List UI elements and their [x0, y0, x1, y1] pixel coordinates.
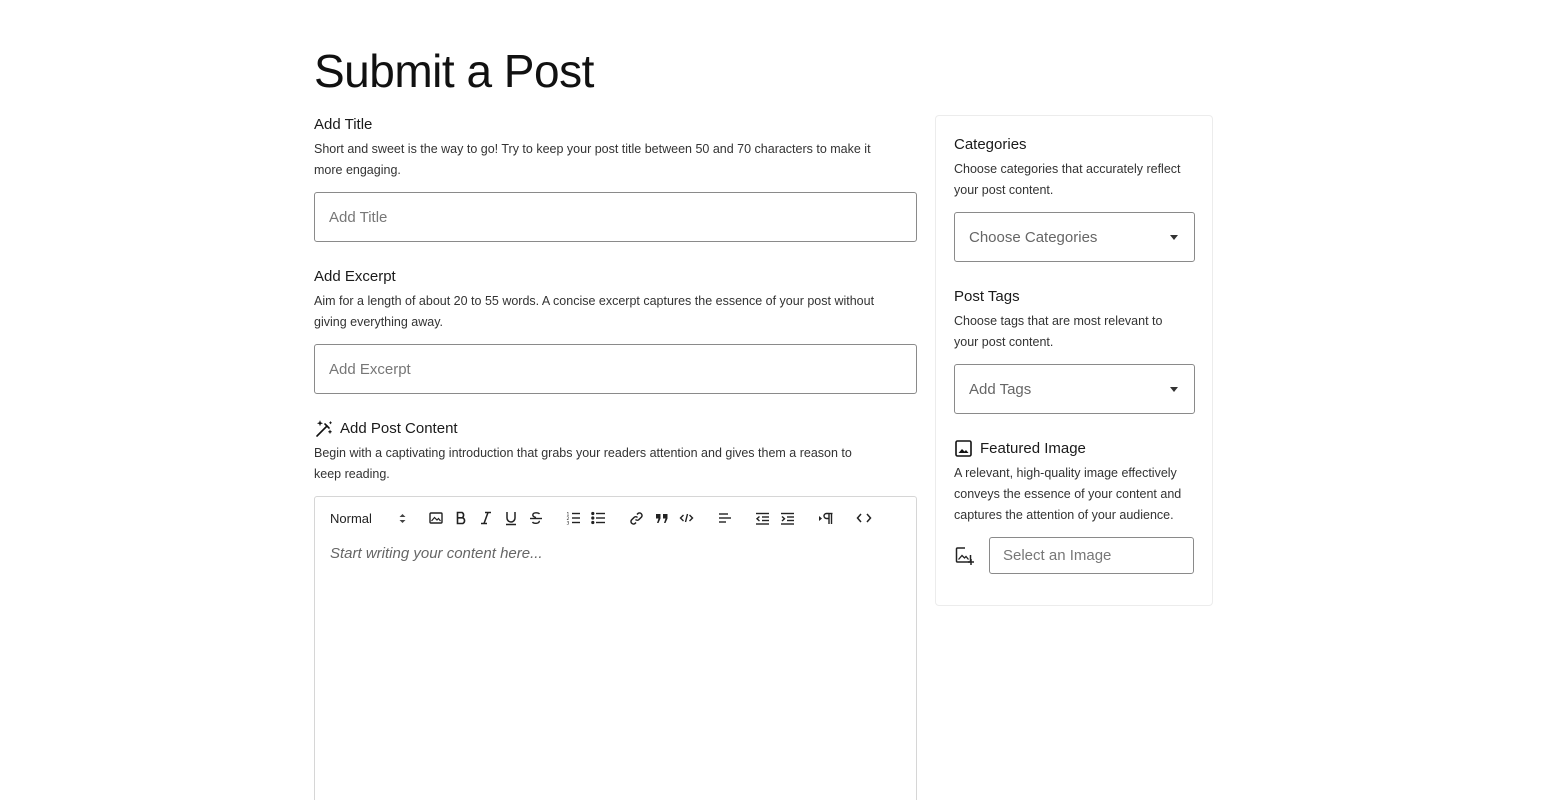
bullet-list-icon[interactable] — [586, 506, 611, 530]
excerpt-input[interactable] — [314, 344, 917, 394]
content-description: Begin with a captivating introduction th… — [314, 446, 852, 481]
format-select-value: Normal — [330, 510, 372, 526]
editor-content-area[interactable]: Start writing your content here... — [315, 539, 916, 568]
submit-post-page: Submit a Post Add Title Short and sweet … — [0, 0, 1544, 800]
ordered-list-icon[interactable]: 123 — [561, 506, 586, 530]
link-icon[interactable] — [624, 506, 649, 530]
title-input[interactable] — [314, 192, 917, 242]
featured-image-description: A relevant, high-quality image effective… — [954, 466, 1182, 522]
sidebar-card: Categories Choose categories that accura… — [935, 115, 1213, 606]
title-label: Add Title — [314, 116, 373, 133]
dropdown-arrow-icon — [1170, 234, 1178, 240]
categories-section: Categories Choose categories that accura… — [954, 134, 1195, 262]
excerpt-label: Add Excerpt — [314, 268, 396, 285]
outdent-icon[interactable] — [750, 506, 775, 530]
bold-icon[interactable] — [448, 506, 473, 530]
tags-label: Post Tags — [954, 288, 1020, 305]
image-icon — [954, 439, 974, 459]
indent-icon[interactable] — [775, 506, 800, 530]
add-image-icon[interactable] — [954, 538, 989, 574]
blockquote-icon[interactable] — [649, 506, 674, 530]
code-block-icon[interactable] — [674, 506, 699, 530]
select-caret-icon — [399, 513, 406, 524]
rich-text-editor: Normal 1 2 3 Start writing your content … — [314, 496, 917, 800]
title-description: Short and sweet is the way to go! Try to… — [314, 142, 871, 177]
italic-icon[interactable] — [473, 506, 498, 530]
text-direction-icon[interactable] — [813, 506, 838, 530]
align-left-icon[interactable] — [712, 506, 737, 530]
page-title: Submit a Post — [314, 45, 594, 97]
content-label-row: Add Post Content — [314, 418, 917, 440]
strikethrough-icon[interactable] — [523, 506, 548, 530]
featured-image-label-row: Featured Image — [954, 438, 1194, 460]
featured-image-section: Featured Image A relevant, high-quality … — [954, 438, 1194, 574]
editor-toolbar: Normal 1 2 3 — [315, 497, 916, 539]
excerpt-section: Add Excerpt Aim for a length of about 20… — [314, 266, 917, 394]
format-select[interactable]: Normal — [330, 506, 410, 530]
select-image-input[interactable] — [989, 537, 1194, 574]
code-view-icon[interactable] — [851, 506, 876, 530]
svg-text:3: 3 — [567, 521, 570, 526]
categories-description: Choose categories that accurately reflec… — [954, 162, 1181, 197]
excerpt-description: Aim for a length of about 20 to 55 words… — [314, 294, 875, 329]
content-section: Add Post Content Begin with a captivatin… — [314, 418, 917, 800]
image-icon[interactable] — [423, 506, 448, 530]
tags-section: Post Tags Choose tags that are most rele… — [954, 286, 1195, 414]
tags-select[interactable]: Add Tags — [954, 364, 1195, 414]
categories-label: Categories — [954, 136, 1027, 153]
featured-image-label: Featured Image — [980, 440, 1086, 457]
categories-placeholder: Choose Categories — [969, 228, 1098, 246]
categories-select[interactable]: Choose Categories — [954, 212, 1195, 262]
tags-placeholder: Add Tags — [969, 380, 1032, 398]
dropdown-arrow-icon — [1170, 386, 1178, 392]
featured-image-row — [954, 537, 1194, 574]
magic-wand-icon — [314, 419, 334, 439]
main-form: Add Title Short and sweet is the way to … — [314, 114, 917, 800]
tags-description: Choose tags that are most relevant to yo… — [954, 314, 1163, 349]
content-label: Add Post Content — [340, 420, 458, 437]
title-section: Add Title Short and sweet is the way to … — [314, 114, 917, 242]
underline-icon[interactable] — [498, 506, 523, 530]
